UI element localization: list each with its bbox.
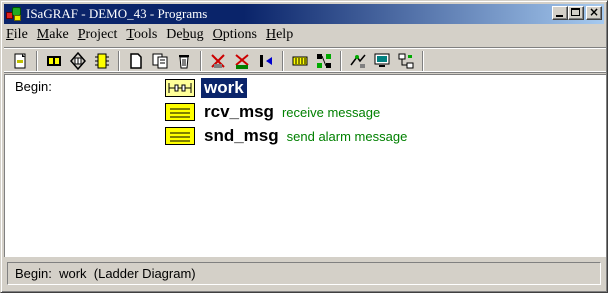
program-comment: send alarm message [286,128,408,144]
toolbar-separator [36,51,38,71]
program-row-work[interactable]: work [165,77,252,99]
monitor-icon[interactable] [372,51,392,71]
status-bar: Begin: work (Ladder Diagram) [4,259,604,288]
maximize-icon [571,8,580,16]
structured-text-icon [165,127,195,145]
menu-options[interactable]: Options [211,27,264,43]
program-row-rcv-msg[interactable]: rcv_msg receive message [165,101,380,123]
page-edit-icon[interactable] [10,51,30,71]
menu-project[interactable]: Project [76,27,125,43]
link-icon[interactable] [314,51,334,71]
copy-icon[interactable] [150,51,170,71]
program-comment: receive message [281,104,381,120]
delete-icon[interactable] [174,51,194,71]
toolbar [4,47,606,72]
toolbar-separator [340,51,342,71]
status-text: Begin: work (Ladder Diagram) [7,262,601,285]
toolbar-separator [282,51,284,71]
io-wiring-icon[interactable] [92,51,112,71]
window-title: ISaGRAF - DEMO_43 - Programs [26,6,208,21]
connect-icon[interactable] [68,51,88,71]
section-label-begin: Begin: [15,79,52,94]
minimize-button[interactable] [552,6,568,20]
toolbar-separator [422,51,424,71]
memory-icon[interactable] [290,51,310,71]
simulate-icon[interactable] [256,51,276,71]
program-name: work [201,78,247,98]
dictionary-icon[interactable] [44,51,64,71]
structured-text-icon [165,103,195,121]
network-icon[interactable] [396,51,416,71]
program-name: rcv_msg [204,102,274,121]
title-bar[interactable]: ISaGRAF - DEMO_43 - Programs × [4,4,604,24]
program-name: snd_msg [204,126,279,145]
close-button[interactable]: × [586,5,602,20]
toolbar-separator [200,51,202,71]
isagraf-app-icon[interactable] [6,6,22,22]
menu-help[interactable]: Help [264,27,300,43]
menu-bar: File Make Project Tools Debug Options He… [4,25,604,45]
ladder-diagram-icon [165,79,195,97]
maximize-button[interactable] [568,6,584,20]
application-window: ISaGRAF - DEMO_43 - Programs × File Make… [0,0,608,293]
new-program-icon[interactable] [126,51,146,71]
menu-tools[interactable]: Tools [124,27,164,43]
menu-debug[interactable]: Debug [164,27,210,43]
program-list[interactable]: Begin: work rcv_msg receive message snd_… [4,74,606,257]
debug-icon[interactable] [348,51,368,71]
verify-icon[interactable] [232,51,252,71]
toolbar-separator [118,51,120,71]
minimize-icon [556,15,563,17]
menu-file[interactable]: File [4,27,35,43]
close-icon: × [588,5,600,19]
program-row-snd-msg[interactable]: snd_msg send alarm message [165,125,407,147]
menu-make[interactable]: Make [35,27,76,43]
compile-icon[interactable] [208,51,228,71]
